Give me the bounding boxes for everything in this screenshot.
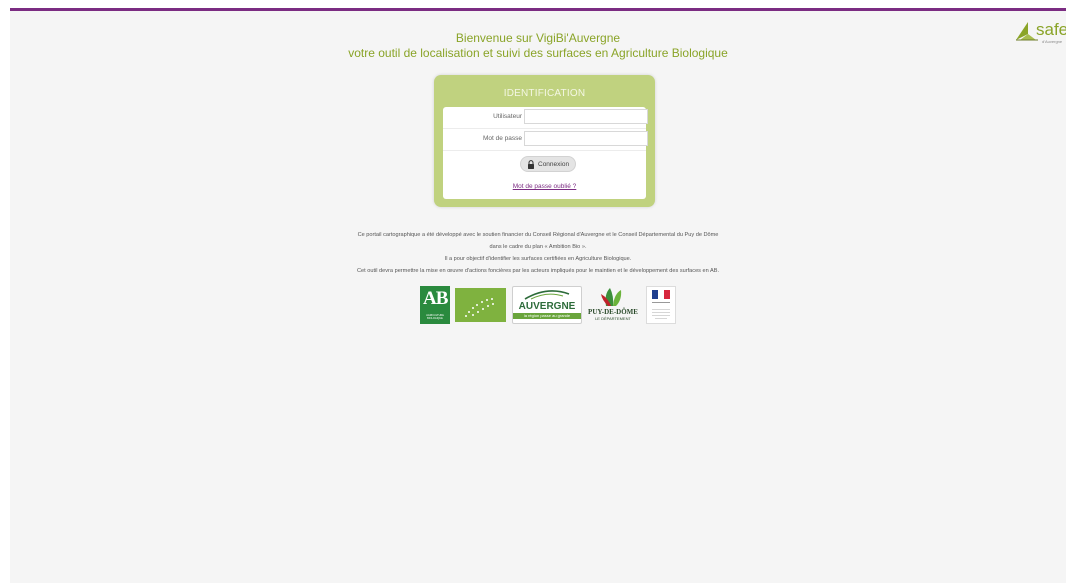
ab-logo-text: AB <box>423 288 448 309</box>
ab-logo: AB AGRICULTURE BIOLOGIQUE <box>420 286 450 324</box>
lock-icon <box>528 160 534 169</box>
description-text: Ce portail cartographique a été développ… <box>10 229 1066 277</box>
user-row: Utilisateur <box>443 107 648 129</box>
eu-leaf-icon <box>465 298 494 317</box>
safer-text: safe <box>1036 20 1066 39</box>
login-title: IDENTIFICATION <box>503 88 586 99</box>
marianne-prefet-logo <box>646 286 676 324</box>
puy-de-dome-logo-subtext: LE DÉPARTEMENT <box>595 316 631 321</box>
user-label: Utilisateur <box>493 113 522 120</box>
safer-logo: safe d'Auvergne <box>1014 18 1066 48</box>
login-form: Utilisateur Mot de passe Connexion Mot d… <box>443 107 648 199</box>
login-panel: IDENTIFICATION Utilisateur Mot de passe … <box>434 75 655 207</box>
description-line: Cet outil devra permettre la mise en œuv… <box>356 268 720 274</box>
forgot-password-link[interactable]: Mot de passe oublié ? <box>443 183 646 190</box>
description-line: Ce portail cartographique a été développ… <box>357 232 719 238</box>
welcome-title: Bienvenue sur VigiBi'Auvergne <box>455 31 621 45</box>
password-input[interactable] <box>524 131 648 146</box>
auvergne-logo-text: AUVERGNE <box>518 301 576 312</box>
auvergne-logo: AUVERGNE la région passe au grande <box>512 286 582 324</box>
eu-organic-leaf-logo <box>455 288 506 322</box>
puy-de-dome-logo-text: PUY-DE-DÔME <box>588 308 638 316</box>
puy-de-dome-logo: PUY-DE-DÔME LE DÉPARTEMENT <box>588 286 638 324</box>
welcome-subtitle: votre outil de localisation et suivi des… <box>348 46 728 60</box>
puy-de-dome-leaf-icon <box>601 288 622 306</box>
connexion-label: Connexion <box>538 160 570 168</box>
auvergne-swoosh-icon <box>524 290 570 300</box>
description-line: dans le cadre du plan « Ambition Bio ». <box>489 244 587 250</box>
auvergne-logo-subtext: la région passe au grande <box>513 313 581 319</box>
welcome-header: Bienvenue sur VigiBi'Auvergne votre outi… <box>10 31 1066 61</box>
safer-subtext: d'Auvergne <box>1042 39 1063 44</box>
description-line: Il a pour objectif d'identifier les surf… <box>444 256 632 262</box>
french-flag-icon <box>652 290 670 319</box>
user-input[interactable] <box>524 109 648 124</box>
ab-logo-subtext: AGRICULTURE BIOLOGIQUE <box>426 314 444 320</box>
connexion-button[interactable]: Connexion <box>520 156 576 172</box>
password-row: Mot de passe <box>443 129 648 151</box>
page-background: Bienvenue sur VigiBi'Auvergne votre outi… <box>10 8 1066 583</box>
password-label: Mot de passe <box>482 135 522 142</box>
